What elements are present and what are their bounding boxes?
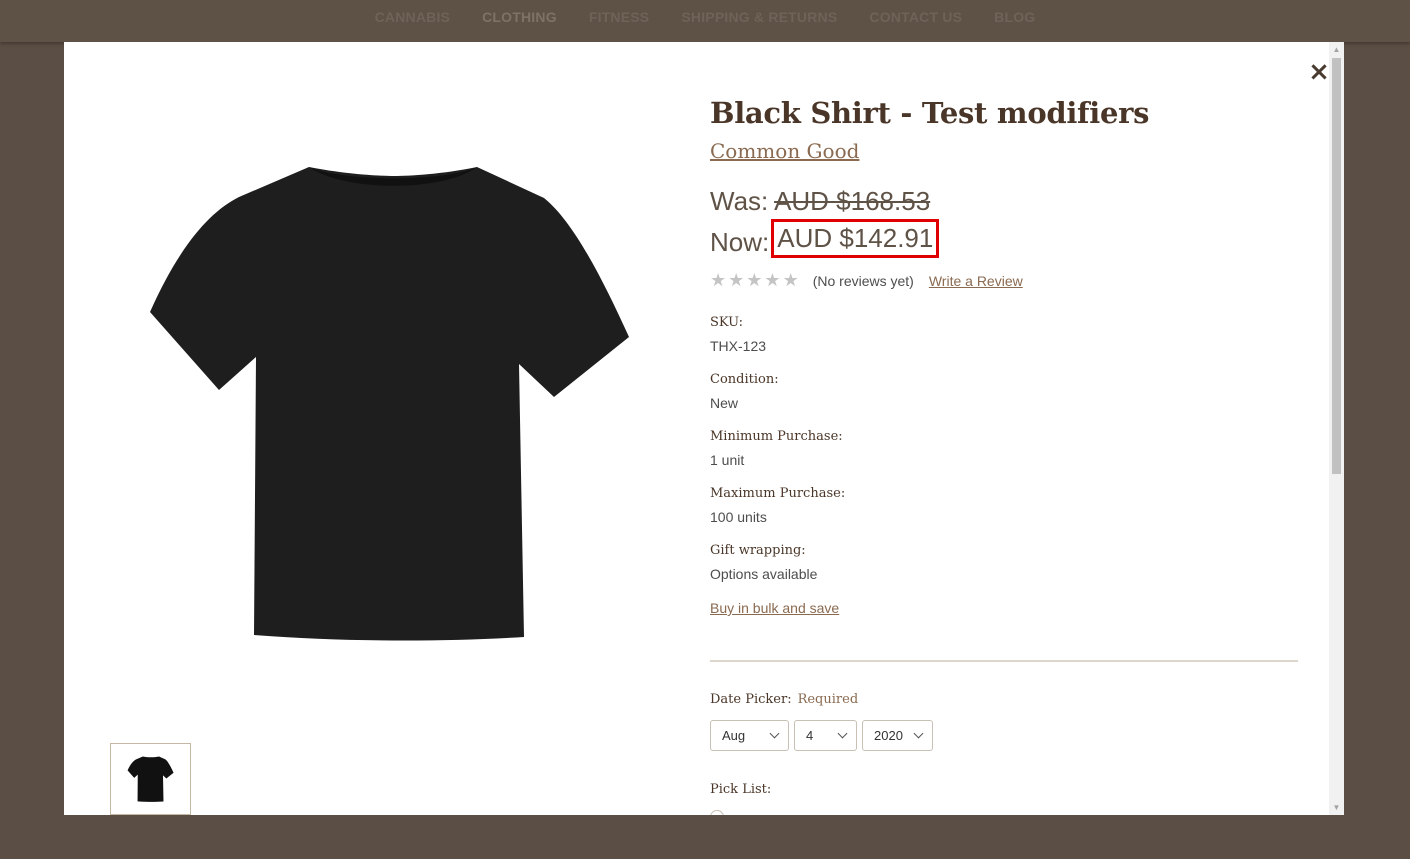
no-reviews-text: (No reviews yet)	[812, 272, 914, 289]
was-label: Was:	[710, 186, 769, 216]
gift-wrapping-value: Options available	[710, 566, 818, 582]
day-value: 4	[806, 728, 814, 743]
month-select[interactable]: Aug	[710, 720, 789, 751]
star-icon: ★	[782, 270, 799, 291]
rating-row: ★ ★ ★ ★ ★ (No reviews yet) Write a Revie…	[710, 270, 1023, 291]
top-nav: CANNABIS CLOTHING FITNESS SHIPPING & RET…	[0, 0, 1410, 42]
year-value: 2020	[874, 728, 903, 743]
max-purchase-label: Maximum Purchase:	[710, 486, 846, 501]
product-main-image	[144, 152, 644, 652]
date-picker-label: Date Picker: Required	[710, 692, 858, 707]
was-price: AUD $168.53	[774, 186, 931, 216]
divider	[710, 660, 1298, 662]
brand-link[interactable]: Common Good	[710, 139, 859, 163]
now-price: AUD $142.91	[771, 219, 940, 258]
scroll-down-arrow-icon[interactable]: ▼	[1329, 800, 1344, 815]
condition-value: New	[710, 395, 739, 411]
condition-label: Condition:	[710, 372, 779, 387]
star-icon: ★	[710, 270, 727, 291]
close-icon[interactable]: ×	[1307, 59, 1331, 85]
now-price-row: Now: AUD $142.91	[710, 219, 940, 262]
month-value: Aug	[722, 728, 746, 743]
nav-item-blog[interactable]: BLOG	[978, 9, 1051, 25]
tshirt-thumbnail-image	[127, 756, 174, 802]
chevron-down-icon	[769, 728, 780, 739]
date-picker-label-text: Date Picker:	[710, 692, 792, 707]
sku-value: THX-123	[710, 338, 767, 354]
nav-item-fitness[interactable]: FITNESS	[573, 9, 666, 25]
pick-list-radio[interactable]	[710, 810, 724, 815]
nav-item-cannabis[interactable]: CANNABIS	[359, 9, 467, 25]
pick-list-label: Pick List:	[710, 782, 772, 797]
min-purchase-label: Minimum Purchase:	[710, 429, 843, 444]
scroll-up-arrow-icon[interactable]: ▲	[1329, 42, 1344, 57]
bulk-pricing-link[interactable]: Buy in bulk and save	[710, 600, 839, 616]
star-icon: ★	[764, 270, 781, 291]
scrollbar-thumb[interactable]	[1332, 58, 1341, 474]
chevron-down-icon	[913, 728, 924, 739]
gift-wrapping-label: Gift wrapping:	[710, 543, 806, 558]
product-title: Black Shirt - Test modifiers	[710, 96, 1150, 130]
nav-item-shipping-returns[interactable]: SHIPPING & RETURNS	[665, 9, 853, 25]
star-icon: ★	[746, 270, 763, 291]
nav-item-contact-us[interactable]: CONTACT US	[853, 9, 978, 25]
required-label: Required	[797, 692, 859, 707]
product-thumbnail[interactable]	[110, 743, 191, 815]
day-select[interactable]: 4	[794, 720, 857, 751]
was-price-row: Was: AUD $168.53	[710, 186, 930, 217]
tshirt-image	[150, 167, 629, 641]
chevron-down-icon	[837, 728, 848, 739]
quick-view-modal: × Black Shirt - Test modifiers Common Go…	[64, 42, 1344, 815]
now-label: Now:	[710, 227, 770, 257]
min-purchase-value: 1 unit	[710, 452, 745, 468]
max-purchase-value: 100 units	[710, 509, 767, 525]
write-review-link[interactable]: Write a Review	[929, 273, 1023, 289]
modal-scrollbar[interactable]: ▲ ▼	[1329, 42, 1344, 815]
star-icon: ★	[728, 270, 745, 291]
sku-label: SKU:	[710, 315, 744, 330]
nav-item-clothing[interactable]: CLOTHING	[466, 9, 573, 25]
year-select[interactable]: 2020	[862, 720, 933, 751]
